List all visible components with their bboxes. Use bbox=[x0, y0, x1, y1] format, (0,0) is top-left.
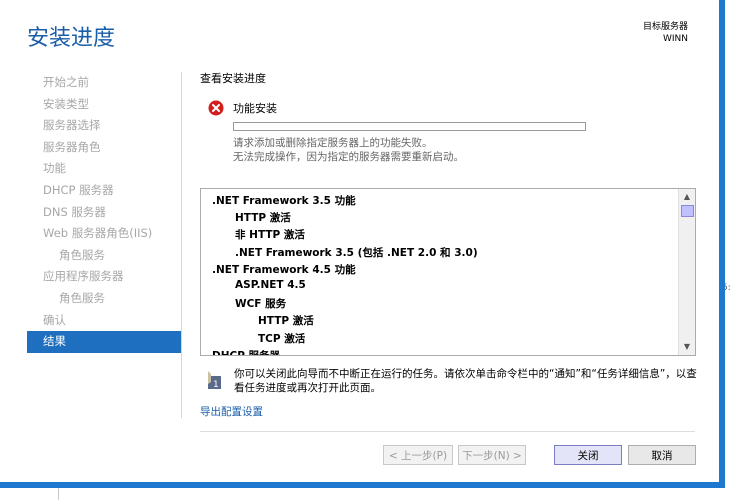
next-button[interactable]: 下一步(N) > bbox=[458, 445, 526, 465]
failure-message: 请求添加或删除指定服务器上的功能失败。 无法完成操作，因为指定的服务器需要重新启… bbox=[233, 136, 464, 164]
wizard-steps-nav: 开始之前 安装类型 服务器选择 服务器角色 功能 DHCP 服务器 DNS 服务器 Web 服… bbox=[27, 72, 181, 353]
export-config-link[interactable]: 导出配置设置 bbox=[200, 404, 263, 419]
scroll-up-arrow-icon[interactable]: ▲ bbox=[679, 190, 695, 204]
list-item: 非 HTTP 激活 bbox=[235, 229, 305, 242]
cancel-button[interactable]: 取消 bbox=[628, 445, 696, 465]
background-desktop-right bbox=[725, 0, 730, 500]
background-divider bbox=[58, 488, 59, 500]
nav-step-11[interactable]: 确认 bbox=[27, 310, 181, 332]
info-note: 你可以关闭此向导而不中断正在运行的任务。请依次单击命令栏中的“通知”和“任务详细… bbox=[234, 368, 697, 394]
nav-divider bbox=[181, 72, 182, 418]
failure-message-line1: 请求添加或删除指定服务器上的功能失败。 bbox=[233, 137, 433, 149]
results-list: .NET Framework 3.5 功能 HTTP 激活非 HTTP 激活 .NE… bbox=[201, 189, 679, 355]
list-item: HTTP 激活 bbox=[258, 315, 314, 328]
scroll-thumb[interactable] bbox=[681, 205, 694, 217]
close-button[interactable]: 关闭 bbox=[554, 445, 622, 465]
nav-step-3[interactable]: 服务器角色 bbox=[27, 137, 181, 159]
section-title: 查看安装进度 bbox=[200, 72, 266, 85]
prev-button[interactable]: < 上一步(P) bbox=[383, 445, 453, 465]
nav-step-9[interactable]: 应用程序服务器 bbox=[27, 266, 181, 288]
error-x-icon bbox=[208, 100, 224, 116]
nav-step-7[interactable]: Web 服务器角色(IIS) bbox=[27, 223, 181, 245]
failure-message-line2: 无法完成操作，因为指定的服务器需要重新启动。 bbox=[233, 151, 464, 163]
list-item: .NET Framework 4.5 功能 bbox=[212, 263, 356, 276]
nav-step-0[interactable]: 开始之前 bbox=[27, 72, 181, 94]
target-server-info: 目标服务器 WINN bbox=[643, 21, 688, 45]
button-bar-divider bbox=[200, 431, 695, 432]
list-item: .NET Framework 3.5 功能 bbox=[212, 195, 356, 207]
feature-install-label: 功能安装 bbox=[233, 102, 277, 115]
wizard-window: 安装进度 目标服务器 WINN 开始之前 安装类型 服务器选择 服务器角色 功能 DHCP… bbox=[0, 0, 725, 488]
list-item: TCP 激活 bbox=[258, 332, 306, 345]
nav-step-12[interactable]: 结果 bbox=[27, 331, 181, 353]
target-server-label: 目标服务器 bbox=[642, 22, 688, 32]
results-listbox[interactable]: .NET Framework 3.5 功能 HTTP 激活非 HTTP 激活 .NE… bbox=[200, 188, 696, 356]
vertical-scrollbar[interactable]: ▲ ▼ bbox=[678, 189, 695, 355]
nav-step-1[interactable]: 安装类型 bbox=[27, 94, 181, 116]
scroll-down-arrow-icon[interactable]: ▼ bbox=[679, 340, 695, 354]
nav-step-4[interactable]: 功能 bbox=[27, 158, 181, 180]
page-title: 安装进度 bbox=[27, 26, 116, 51]
nav-step-5[interactable]: DHCP 服务器 bbox=[27, 180, 181, 202]
nav-step-10[interactable]: 角色服务 bbox=[27, 288, 181, 310]
install-progress-bar bbox=[233, 122, 586, 131]
nav-step-6[interactable]: DNS 服务器 bbox=[27, 202, 181, 224]
svg-text:1: 1 bbox=[213, 380, 219, 390]
list-item: .NET Framework 3.5 (包括 .NET 2.0 和 3.0) bbox=[235, 246, 478, 259]
background-desktop-bottom bbox=[0, 488, 730, 500]
nav-step-8[interactable]: 角色服务 bbox=[27, 245, 181, 267]
nav-step-2[interactable]: 服务器选择 bbox=[27, 115, 181, 137]
target-server-name: WINN bbox=[662, 34, 688, 44]
list-item: DHCP 服务器 bbox=[212, 348, 280, 355]
list-item: WCF 服务 bbox=[235, 298, 287, 311]
list-item: HTTP 激活 bbox=[235, 212, 291, 225]
flag-note-icon: 1 bbox=[208, 371, 221, 390]
list-item: ASP.NET 4.5 bbox=[235, 279, 306, 291]
